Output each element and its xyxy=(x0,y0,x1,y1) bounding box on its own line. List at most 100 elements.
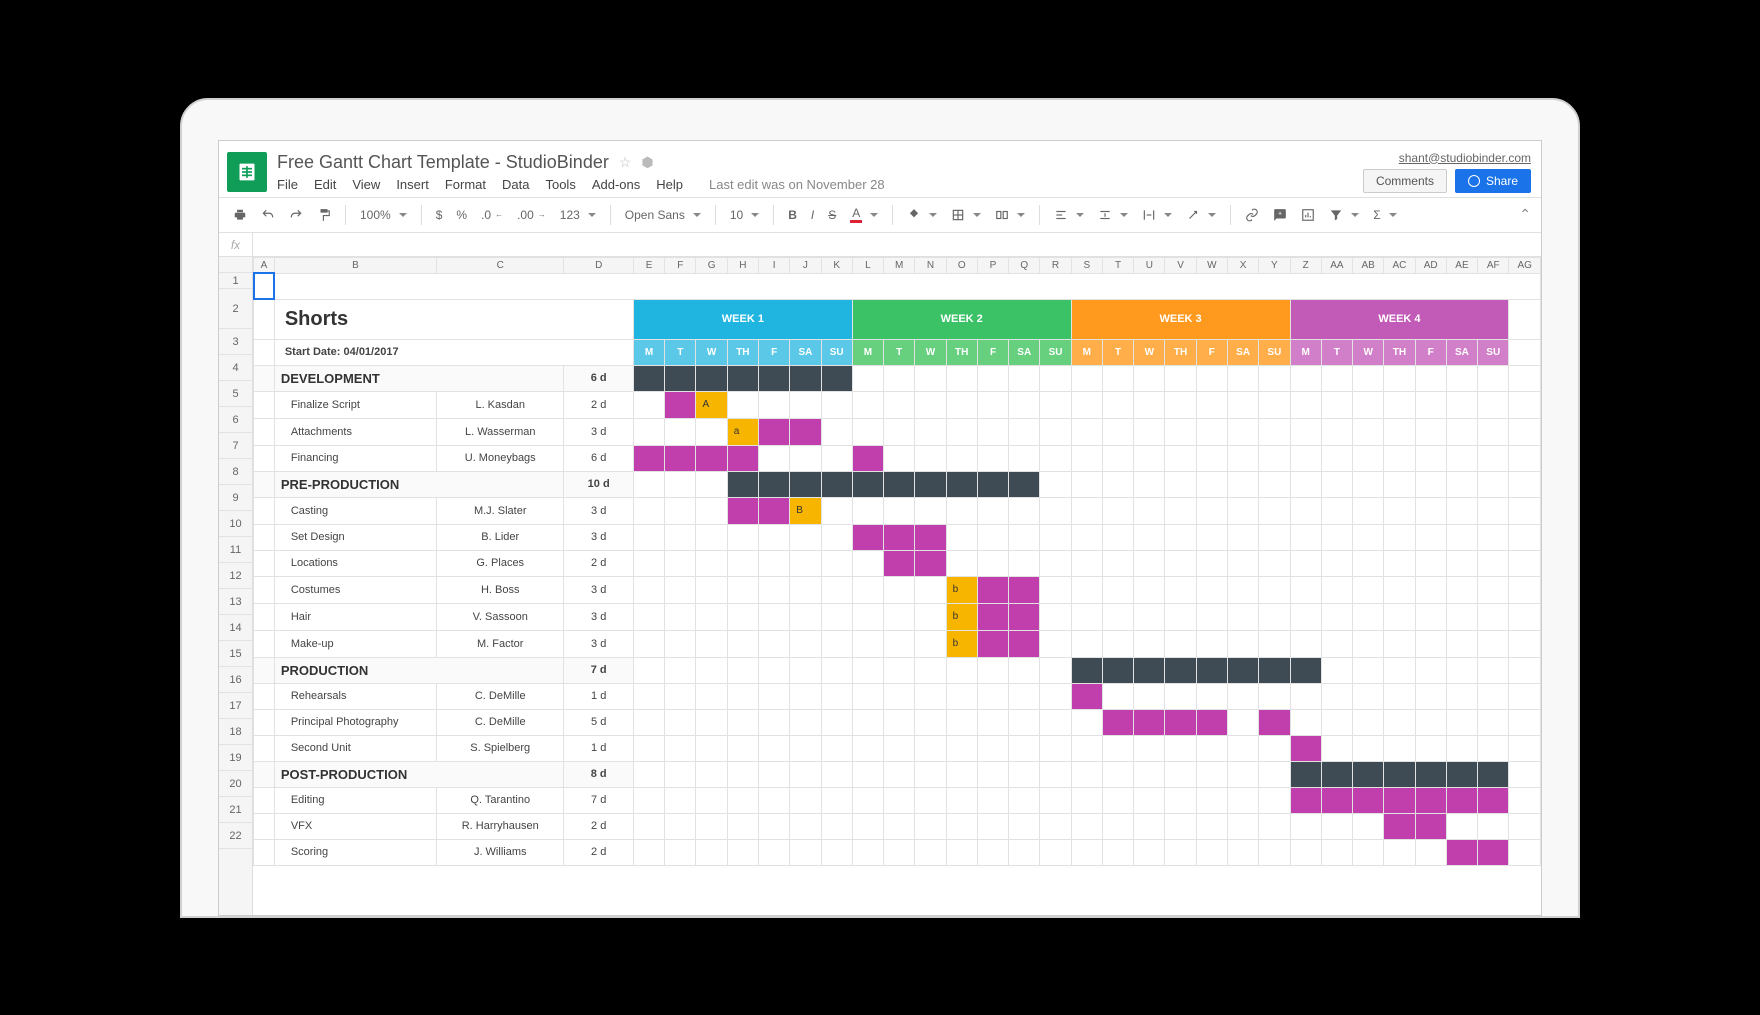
font-size-dropdown[interactable]: 10 xyxy=(726,206,763,224)
task-name: Casting xyxy=(274,497,436,524)
font-family-dropdown[interactable]: Open Sans xyxy=(621,206,705,224)
h-align-button[interactable] xyxy=(1050,206,1088,224)
task-owner: S. Spielberg xyxy=(437,735,564,761)
col-header-D[interactable]: D xyxy=(564,257,634,273)
collapse-toolbar-icon[interactable]: ⌃ xyxy=(1519,206,1531,223)
col-header-J[interactable]: J xyxy=(790,257,821,273)
col-header-K[interactable]: K xyxy=(821,257,852,273)
col-header-V[interactable]: V xyxy=(1165,257,1196,273)
col-header-H[interactable]: H xyxy=(727,257,758,273)
day-header: SA xyxy=(1009,339,1040,365)
col-header-Y[interactable]: Y xyxy=(1259,257,1290,273)
day-header: SA xyxy=(790,339,821,365)
menu-help[interactable]: Help xyxy=(656,177,683,192)
task-duration: 3 d xyxy=(564,418,634,445)
row-headers[interactable]: 1 2 345678 91011121314 151617181920 2122 xyxy=(219,257,253,915)
account-email[interactable]: shant@studiobinder.com xyxy=(1363,151,1531,165)
task-name: Locations xyxy=(274,550,436,576)
col-header-F[interactable]: F xyxy=(665,257,696,273)
col-header-B[interactable]: B xyxy=(274,257,436,273)
move-folder-icon[interactable]: ⬢ xyxy=(641,154,653,171)
strike-button[interactable]: S xyxy=(824,206,840,224)
col-header-M[interactable]: M xyxy=(884,257,915,273)
col-header-A[interactable]: A xyxy=(254,257,275,273)
menu-tools[interactable]: Tools xyxy=(545,177,575,192)
task-duration: 7 d xyxy=(564,787,634,813)
text-wrap-button[interactable] xyxy=(1138,206,1176,224)
text-rotate-button[interactable] xyxy=(1182,206,1220,224)
menu-addons[interactable]: Add-ons xyxy=(592,177,640,192)
menu-edit[interactable]: Edit xyxy=(314,177,336,192)
col-header-U[interactable]: U xyxy=(1134,257,1165,273)
col-header-AG[interactable]: AG xyxy=(1509,257,1541,273)
doc-title[interactable]: Free Gantt Chart Template - StudioBinder xyxy=(277,152,609,173)
increase-decimal[interactable]: .00→ xyxy=(513,206,550,224)
col-header-W[interactable]: W xyxy=(1196,257,1227,273)
italic-button[interactable]: I xyxy=(807,206,818,224)
col-header-AA[interactable]: AA xyxy=(1321,257,1352,273)
task-owner: M. Factor xyxy=(437,630,564,657)
col-header-N[interactable]: N xyxy=(915,257,946,273)
merge-cells-button[interactable] xyxy=(991,206,1029,224)
col-header-X[interactable]: X xyxy=(1227,257,1258,273)
menu-file[interactable]: File xyxy=(277,177,298,192)
decrease-decimal[interactable]: .0← xyxy=(477,206,507,224)
menu-format[interactable]: Format xyxy=(445,177,486,192)
col-header-L[interactable]: L xyxy=(852,257,883,273)
task-name: Finalize Script xyxy=(274,391,436,418)
zoom-dropdown[interactable]: 100% xyxy=(356,206,411,224)
col-header-T[interactable]: T xyxy=(1102,257,1133,273)
menu-insert[interactable]: Insert xyxy=(396,177,429,192)
col-header-AC[interactable]: AC xyxy=(1384,257,1415,273)
task-owner: V. Sassoon xyxy=(437,603,564,630)
redo-icon[interactable] xyxy=(285,206,307,224)
col-header-O[interactable]: O xyxy=(946,257,977,273)
day-header: M xyxy=(1071,339,1102,365)
col-header-AD[interactable]: AD xyxy=(1415,257,1446,273)
select-all-corner[interactable] xyxy=(219,257,252,273)
v-align-button[interactable] xyxy=(1094,206,1132,224)
insert-link-icon[interactable] xyxy=(1241,206,1263,224)
bold-button[interactable]: B xyxy=(784,206,801,224)
col-header-AE[interactable]: AE xyxy=(1446,257,1477,273)
text-color-button[interactable]: A xyxy=(846,204,882,225)
col-header-C[interactable]: C xyxy=(437,257,564,273)
day-header: TH xyxy=(1165,339,1196,365)
col-header-E[interactable]: E xyxy=(633,257,664,273)
col-header-AF[interactable]: AF xyxy=(1478,257,1509,273)
task-duration: 2 d xyxy=(564,839,634,865)
insert-comment-icon[interactable]: + xyxy=(1269,206,1291,224)
col-header-G[interactable]: G xyxy=(696,257,727,273)
filter-button[interactable] xyxy=(1325,206,1363,224)
task-name: Hair xyxy=(274,603,436,630)
paint-format-icon[interactable] xyxy=(313,206,335,224)
col-header-Q[interactable]: Q xyxy=(1009,257,1040,273)
week4-header: WEEK 4 xyxy=(1290,299,1509,339)
col-header-R[interactable]: R xyxy=(1040,257,1071,273)
col-header-AB[interactable]: AB xyxy=(1353,257,1384,273)
borders-button[interactable] xyxy=(947,206,985,224)
spreadsheet-grid[interactable]: ABCDEFGHIJKLMNOPQRSTUVWXYZAAABACADAEAFAG… xyxy=(253,257,1541,915)
menu-view[interactable]: View xyxy=(352,177,380,192)
format-percent[interactable]: % xyxy=(452,206,471,224)
fill-color-button[interactable] xyxy=(903,206,941,224)
format-currency[interactable]: $ xyxy=(432,206,447,224)
sheets-logo[interactable] xyxy=(227,152,267,192)
formula-bar[interactable]: fx xyxy=(219,233,1541,257)
col-header-S[interactable]: S xyxy=(1071,257,1102,273)
col-header-Z[interactable]: Z xyxy=(1290,257,1321,273)
print-icon[interactable] xyxy=(229,206,251,224)
more-formats[interactable]: 123 xyxy=(556,206,600,224)
comments-button[interactable]: Comments xyxy=(1363,169,1447,193)
col-header-I[interactable]: I xyxy=(759,257,790,273)
functions-button[interactable]: Σ xyxy=(1369,206,1400,224)
task-owner: J. Williams xyxy=(437,839,564,865)
star-icon[interactable]: ☆ xyxy=(619,154,632,171)
insert-chart-icon[interactable] xyxy=(1297,206,1319,224)
sheet-title: Shorts xyxy=(274,299,633,339)
col-header-P[interactable]: P xyxy=(977,257,1008,273)
undo-icon[interactable] xyxy=(257,206,279,224)
day-header: M xyxy=(633,339,664,365)
menu-data[interactable]: Data xyxy=(502,177,529,192)
share-button[interactable]: Share xyxy=(1455,169,1531,193)
